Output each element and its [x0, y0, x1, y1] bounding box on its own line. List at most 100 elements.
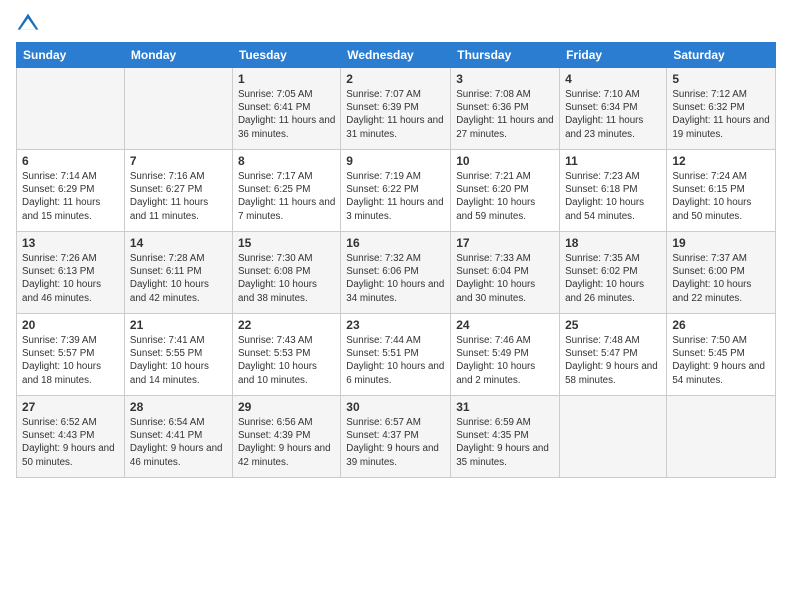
calendar-cell: 11 Sunrise: 7:23 AM Sunset: 6:18 PM Dayli… — [560, 150, 667, 232]
day-number: 6 — [22, 154, 119, 168]
day-detail: Sunrise: 7:41 AM Sunset: 5:55 PM Dayligh… — [130, 334, 227, 387]
calendar-cell: 28 Sunrise: 6:54 AM Sunset: 4:41 PM Dayli… — [124, 396, 232, 478]
day-of-week-header: Thursday — [451, 43, 560, 68]
day-number: 7 — [130, 154, 227, 168]
calendar-cell: 6 Sunrise: 7:14 AM Sunset: 6:29 PM Daylig… — [17, 150, 125, 232]
day-of-week-header: Monday — [124, 43, 232, 68]
day-detail: Sunrise: 6:54 AM Sunset: 4:41 PM Dayligh… — [130, 416, 227, 469]
day-number: 11 — [565, 154, 661, 168]
day-number: 1 — [238, 72, 335, 86]
calendar-cell: 1 Sunrise: 7:05 AM Sunset: 6:41 PM Daylig… — [232, 68, 340, 150]
calendar-cell: 23 Sunrise: 7:44 AM Sunset: 5:51 PM Dayli… — [341, 314, 451, 396]
day-number: 2 — [346, 72, 445, 86]
day-number: 17 — [456, 236, 554, 250]
day-detail: Sunrise: 6:57 AM Sunset: 4:37 PM Dayligh… — [346, 416, 445, 469]
logo — [16, 12, 44, 36]
day-detail: Sunrise: 7:46 AM Sunset: 5:49 PM Dayligh… — [456, 334, 554, 387]
day-detail: Sunrise: 6:52 AM Sunset: 4:43 PM Dayligh… — [22, 416, 119, 469]
day-detail: Sunrise: 7:39 AM Sunset: 5:57 PM Dayligh… — [22, 334, 119, 387]
day-number: 30 — [346, 400, 445, 414]
day-detail: Sunrise: 7:23 AM Sunset: 6:18 PM Dayligh… — [565, 170, 661, 223]
day-number: 4 — [565, 72, 661, 86]
calendar-cell: 17 Sunrise: 7:33 AM Sunset: 6:04 PM Dayli… — [451, 232, 560, 314]
day-detail: Sunrise: 7:33 AM Sunset: 6:04 PM Dayligh… — [456, 252, 554, 305]
day-of-week-header: Friday — [560, 43, 667, 68]
calendar-cell: 13 Sunrise: 7:26 AM Sunset: 6:13 PM Dayli… — [17, 232, 125, 314]
calendar-cell: 25 Sunrise: 7:48 AM Sunset: 5:47 PM Dayli… — [560, 314, 667, 396]
calendar-cell: 21 Sunrise: 7:41 AM Sunset: 5:55 PM Dayli… — [124, 314, 232, 396]
day-number: 3 — [456, 72, 554, 86]
calendar-cell: 12 Sunrise: 7:24 AM Sunset: 6:15 PM Dayli… — [667, 150, 776, 232]
calendar-cell: 20 Sunrise: 7:39 AM Sunset: 5:57 PM Dayli… — [17, 314, 125, 396]
day-number: 22 — [238, 318, 335, 332]
day-number: 21 — [130, 318, 227, 332]
calendar-cell: 26Sunrise: 7:50 AM Sunset: 5:45 PM Dayli… — [667, 314, 776, 396]
day-detail: Sunrise: 7:07 AM Sunset: 6:39 PM Dayligh… — [346, 88, 445, 141]
calendar-week-row: 27Sunrise: 6:52 AM Sunset: 4:43 PM Dayli… — [17, 396, 776, 478]
calendar-cell — [667, 396, 776, 478]
calendar-cell: 4Sunrise: 7:10 AM Sunset: 6:34 PM Daylig… — [560, 68, 667, 150]
day-detail: Sunrise: 7:19 AM Sunset: 6:22 PM Dayligh… — [346, 170, 445, 223]
day-detail: Sunrise: 7:08 AM Sunset: 6:36 PM Dayligh… — [456, 88, 554, 141]
calendar: SundayMondayTuesdayWednesdayThursdayFrid… — [16, 42, 776, 478]
day-detail: Sunrise: 6:59 AM Sunset: 4:35 PM Dayligh… — [456, 416, 554, 469]
calendar-cell: 8Sunrise: 7:17 AM Sunset: 6:25 PM Daylig… — [232, 150, 340, 232]
day-number: 29 — [238, 400, 335, 414]
calendar-cell: 16Sunrise: 7:32 AM Sunset: 6:06 PM Dayli… — [341, 232, 451, 314]
calendar-cell: 27Sunrise: 6:52 AM Sunset: 4:43 PM Dayli… — [17, 396, 125, 478]
day-detail: Sunrise: 7:37 AM Sunset: 6:00 PM Dayligh… — [672, 252, 770, 305]
calendar-week-row: 13 Sunrise: 7:26 AM Sunset: 6:13 PM Dayli… — [17, 232, 776, 314]
day-detail: Sunrise: 7:24 AM Sunset: 6:15 PM Dayligh… — [672, 170, 770, 223]
day-number: 9 — [346, 154, 445, 168]
day-number: 19 — [672, 236, 770, 250]
day-detail: Sunrise: 6:56 AM Sunset: 4:39 PM Dayligh… — [238, 416, 335, 469]
day-number: 31 — [456, 400, 554, 414]
calendar-cell: 2 Sunrise: 7:07 AM Sunset: 6:39 PM Daylig… — [341, 68, 451, 150]
day-number: 15 — [238, 236, 335, 250]
calendar-week-row: 6 Sunrise: 7:14 AM Sunset: 6:29 PM Daylig… — [17, 150, 776, 232]
day-detail: Sunrise: 7:14 AM Sunset: 6:29 PM Dayligh… — [22, 170, 119, 223]
calendar-cell: 22Sunrise: 7:43 AM Sunset: 5:53 PM Dayli… — [232, 314, 340, 396]
day-detail: Sunrise: 7:44 AM Sunset: 5:51 PM Dayligh… — [346, 334, 445, 387]
calendar-cell: 19 Sunrise: 7:37 AM Sunset: 6:00 PM Dayli… — [667, 232, 776, 314]
calendar-cell: 15 Sunrise: 7:30 AM Sunset: 6:08 PM Dayli… — [232, 232, 340, 314]
calendar-cell: 10Sunrise: 7:21 AM Sunset: 6:20 PM Dayli… — [451, 150, 560, 232]
day-number: 16 — [346, 236, 445, 250]
day-of-week-header: Saturday — [667, 43, 776, 68]
day-number: 14 — [130, 236, 227, 250]
calendar-cell — [560, 396, 667, 478]
calendar-week-row: 1 Sunrise: 7:05 AM Sunset: 6:41 PM Daylig… — [17, 68, 776, 150]
day-detail: Sunrise: 7:21 AM Sunset: 6:20 PM Dayligh… — [456, 170, 554, 223]
calendar-header-row: SundayMondayTuesdayWednesdayThursdayFrid… — [17, 43, 776, 68]
day-number: 26 — [672, 318, 770, 332]
day-detail: Sunrise: 7:48 AM Sunset: 5:47 PM Dayligh… — [565, 334, 661, 387]
day-of-week-header: Wednesday — [341, 43, 451, 68]
day-number: 18 — [565, 236, 661, 250]
calendar-cell — [124, 68, 232, 150]
calendar-week-row: 20 Sunrise: 7:39 AM Sunset: 5:57 PM Dayli… — [17, 314, 776, 396]
day-detail: Sunrise: 7:30 AM Sunset: 6:08 PM Dayligh… — [238, 252, 335, 305]
day-detail: Sunrise: 7:28 AM Sunset: 6:11 PM Dayligh… — [130, 252, 227, 305]
day-detail: Sunrise: 7:05 AM Sunset: 6:41 PM Dayligh… — [238, 88, 335, 141]
day-number: 28 — [130, 400, 227, 414]
calendar-cell: 24 Sunrise: 7:46 AM Sunset: 5:49 PM Dayli… — [451, 314, 560, 396]
calendar-cell — [17, 68, 125, 150]
day-number: 23 — [346, 318, 445, 332]
calendar-cell: 30 Sunrise: 6:57 AM Sunset: 4:37 PM Dayli… — [341, 396, 451, 478]
day-of-week-header: Tuesday — [232, 43, 340, 68]
day-number: 13 — [22, 236, 119, 250]
calendar-cell: 3 Sunrise: 7:08 AM Sunset: 6:36 PM Daylig… — [451, 68, 560, 150]
day-detail: Sunrise: 7:12 AM Sunset: 6:32 PM Dayligh… — [672, 88, 770, 141]
day-detail: Sunrise: 7:26 AM Sunset: 6:13 PM Dayligh… — [22, 252, 119, 305]
logo-icon — [16, 12, 40, 36]
day-number: 24 — [456, 318, 554, 332]
day-number: 8 — [238, 154, 335, 168]
day-detail: Sunrise: 7:35 AM Sunset: 6:02 PM Dayligh… — [565, 252, 661, 305]
calendar-cell: 14 Sunrise: 7:28 AM Sunset: 6:11 PM Dayli… — [124, 232, 232, 314]
day-number: 20 — [22, 318, 119, 332]
calendar-cell: 9 Sunrise: 7:19 AM Sunset: 6:22 PM Daylig… — [341, 150, 451, 232]
day-of-week-header: Sunday — [17, 43, 125, 68]
day-number: 25 — [565, 318, 661, 332]
calendar-cell: 7Sunrise: 7:16 AM Sunset: 6:27 PM Daylig… — [124, 150, 232, 232]
day-number: 12 — [672, 154, 770, 168]
